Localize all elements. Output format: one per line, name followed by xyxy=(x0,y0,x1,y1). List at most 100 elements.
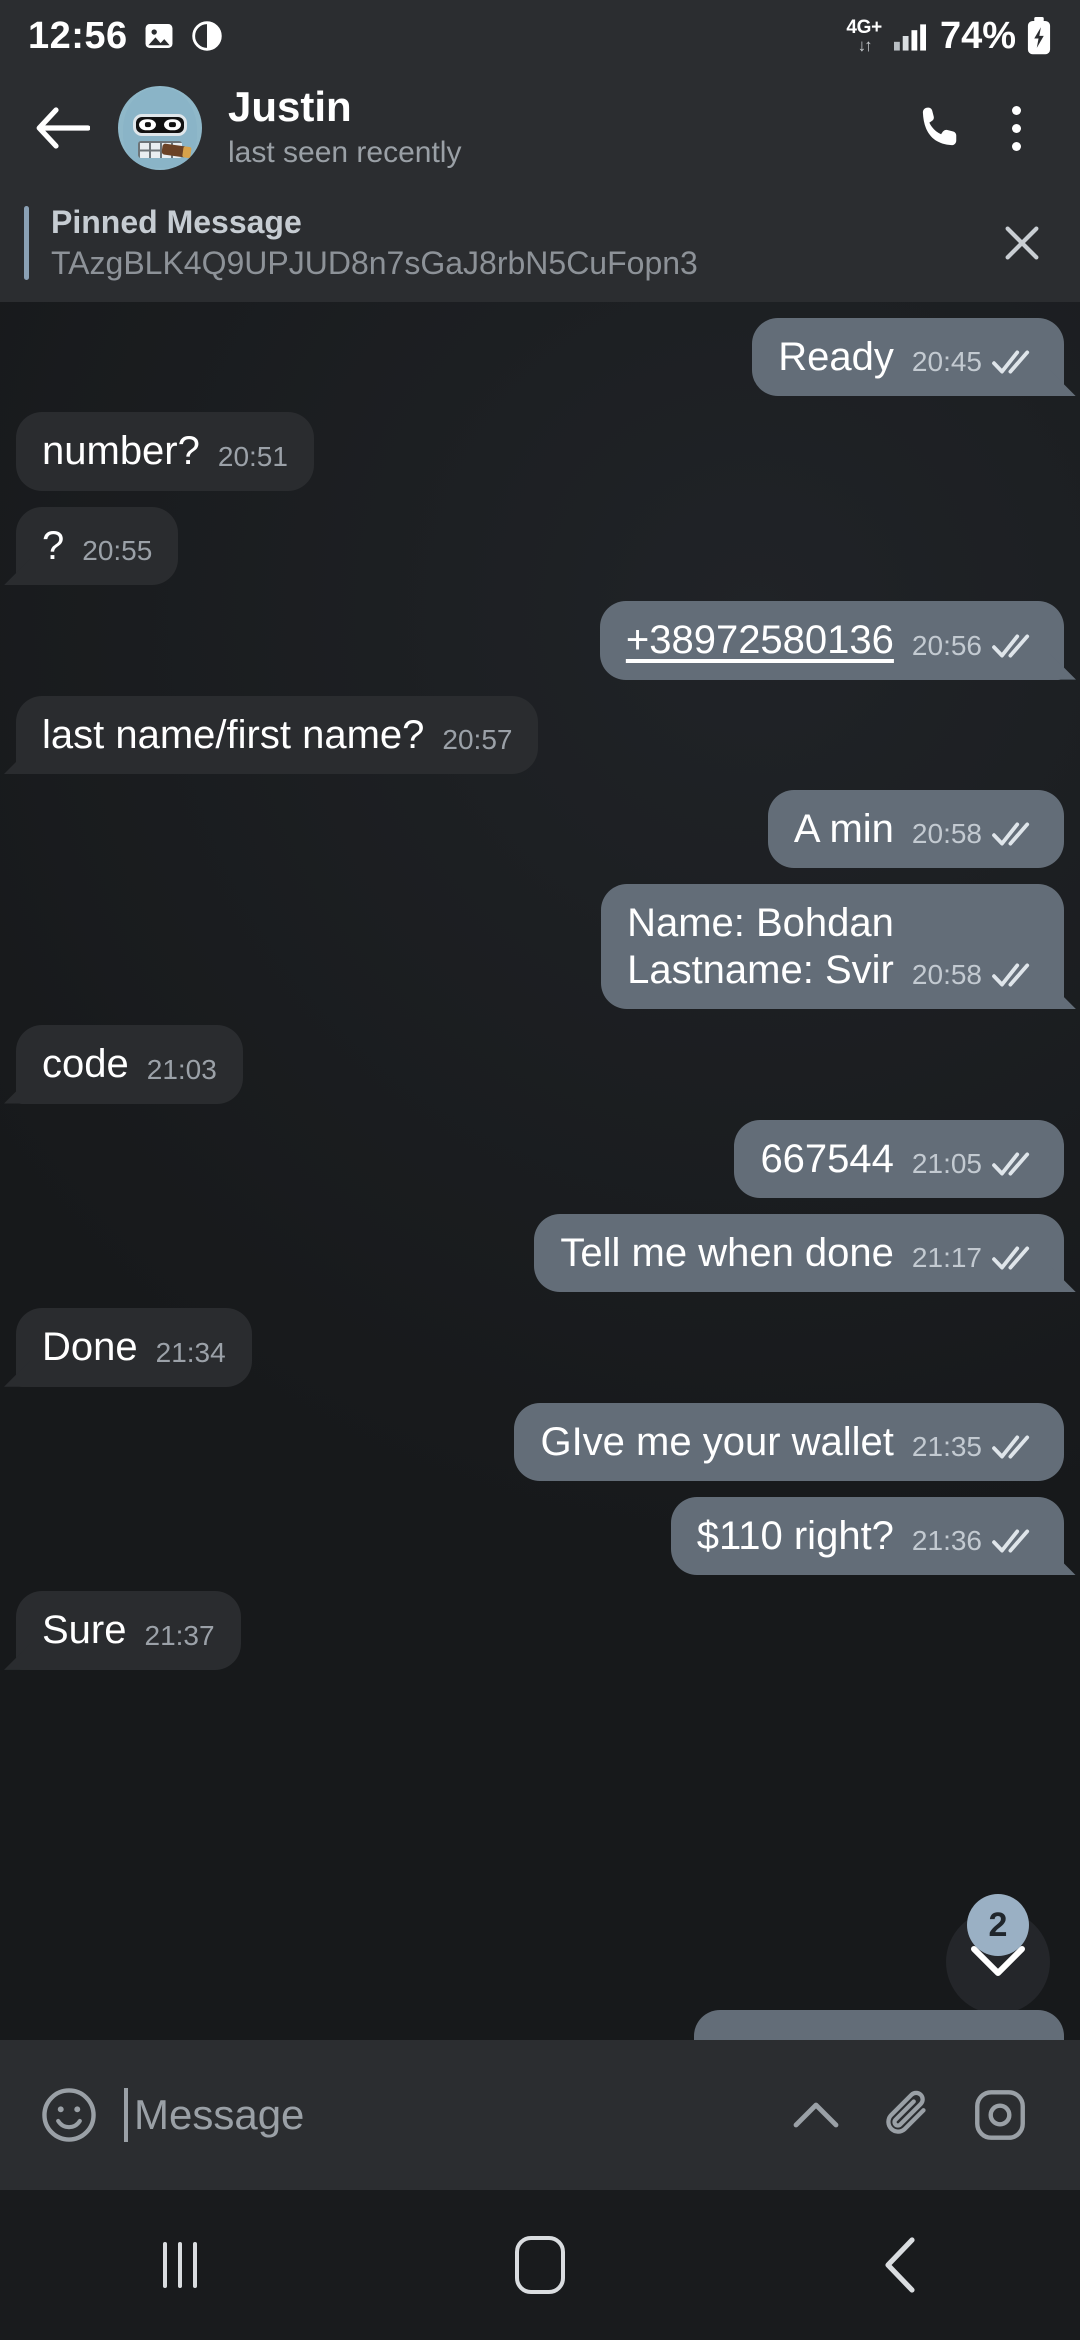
more-options-button[interactable] xyxy=(978,90,1054,166)
message-row[interactable]: Sure 21:37 xyxy=(0,1591,1080,1670)
three-dots-icon xyxy=(1011,105,1021,151)
message-meta: 20:58 xyxy=(912,820,1038,852)
expand-button[interactable] xyxy=(770,2073,862,2157)
message-list[interactable]: Ready 20:45 number? 20:51? 20:55 +38972580136… xyxy=(0,302,1080,2040)
double-check-icon xyxy=(992,1527,1038,1555)
message-text: GIve me your wallet xyxy=(540,1419,894,1464)
message-timestamp: 21:36 xyxy=(911,1525,982,1557)
recents-icon xyxy=(163,2242,197,2288)
message-row[interactable]: +38972580136 20:56 xyxy=(0,601,1080,680)
system-back-button[interactable] xyxy=(820,2215,980,2315)
message-input-bar: Message xyxy=(0,2040,1080,2190)
back-button[interactable] xyxy=(30,96,94,160)
message-text: Name: Bohdan Lastname: Svir xyxy=(627,901,894,992)
outgoing-message-bubble[interactable]: GIve me your wallet 21:35 xyxy=(514,1402,1064,1482)
message-timestamp: 20:51 xyxy=(217,440,288,472)
outgoing-message-bubble[interactable]: Tell me when done 21:17 xyxy=(534,1213,1064,1293)
message-text: last name/first name? xyxy=(42,712,425,757)
outgoing-message-bubble[interactable]: $110 right? 21:36 xyxy=(670,1497,1064,1576)
network-type-label: 4G+ xyxy=(846,17,882,38)
scroll-to-bottom-button[interactable]: 2 xyxy=(946,1894,1050,2014)
message-row[interactable]: $110 right? 21:36 xyxy=(0,1497,1080,1576)
data-transfer-icon: 4G+ ↓↑ xyxy=(846,17,882,55)
message-text: number? xyxy=(42,429,200,474)
avatar[interactable] xyxy=(118,86,202,170)
message-row[interactable]: last name/first name? 20:57 xyxy=(0,695,1080,774)
outgoing-message-bubble[interactable]: A min 20:58 xyxy=(767,789,1064,869)
battery-charging-icon xyxy=(1026,17,1052,55)
message-timestamp: 20:58 xyxy=(911,818,982,850)
message-row[interactable]: A min 20:58 xyxy=(0,789,1080,869)
message-meta: 20:56 xyxy=(912,631,1038,664)
contact-name: Justin xyxy=(228,84,352,131)
message-meta: 21:05 xyxy=(912,1149,1038,1182)
message-row[interactable]: number? 20:51 xyxy=(0,412,1080,491)
message-row[interactable]: Done 21:34 xyxy=(0,1308,1080,1387)
incoming-message-bubble[interactable]: last name/first name? 20:57 xyxy=(16,695,539,774)
message-meta: 21:35 xyxy=(912,1433,1038,1465)
close-pinned-button[interactable] xyxy=(990,211,1054,275)
incoming-message-bubble[interactable]: number? 20:51 xyxy=(16,412,314,491)
double-check-icon xyxy=(992,1244,1038,1272)
outgoing-message-bubble[interactable]: Ready 20:45 xyxy=(752,318,1064,397)
incoming-message-bubble[interactable]: Sure 21:37 xyxy=(16,1591,241,1670)
message-row[interactable]: Tell me when done 21:17 xyxy=(0,1213,1080,1293)
outgoing-message-bubble[interactable]: +38972580136 20:56 xyxy=(599,601,1064,680)
incoming-message-bubble[interactable]: Done 21:34 xyxy=(16,1308,252,1387)
battery-percent-label: 74% xyxy=(939,14,1016,57)
emoji-button[interactable] xyxy=(32,2078,106,2152)
call-button[interactable] xyxy=(902,90,978,166)
message-input-field[interactable]: Message xyxy=(124,2088,770,2142)
camera-button[interactable] xyxy=(954,2073,1046,2157)
contact-info[interactable]: Justin last seen recently xyxy=(228,84,902,172)
message-text: ? xyxy=(42,523,65,568)
partial-message-bubble xyxy=(694,2010,1064,2040)
message-meta: 21:03 xyxy=(147,1055,217,1088)
double-check-icon xyxy=(992,1433,1038,1461)
message-row[interactable]: 667544 21:05 xyxy=(0,1119,1080,1198)
attach-button[interactable] xyxy=(862,2073,954,2157)
message-row[interactable]: code 21:03 xyxy=(0,1025,1080,1104)
system-navigation-bar xyxy=(0,2190,1080,2340)
pinned-accent-bar xyxy=(24,206,29,280)
message-link-text[interactable]: +38972580136 xyxy=(626,617,894,663)
recents-button[interactable] xyxy=(100,2215,260,2315)
contact-status: last seen recently xyxy=(228,136,462,170)
status-bar-right: 4G+ ↓↑ 74% xyxy=(846,15,1052,58)
status-bar: 12:56 4G+ ↓↑ 74% xyxy=(0,0,1080,72)
message-timestamp: 21:37 xyxy=(144,1619,215,1651)
message-text: Sure xyxy=(42,1608,127,1653)
status-bar-left: 12:56 xyxy=(28,15,224,58)
home-button[interactable] xyxy=(460,2215,620,2315)
message-meta: 21:17 xyxy=(912,1244,1038,1276)
double-check-icon xyxy=(992,632,1038,660)
message-text: Tell me when done xyxy=(560,1230,894,1275)
message-row[interactable]: ? 20:55 xyxy=(0,506,1080,586)
text-cursor xyxy=(124,2088,128,2142)
double-check-icon xyxy=(992,348,1038,376)
message-row[interactable]: GIve me your wallet 21:35 xyxy=(0,1402,1080,1482)
pinned-content: TAzgBLK4Q9UPJUD8n7sGaJ8rbN5CuFopn3 xyxy=(51,244,698,281)
unread-badge: 2 xyxy=(967,1894,1029,1956)
image-icon xyxy=(142,19,176,53)
message-text: Done xyxy=(42,1325,138,1370)
outgoing-message-bubble[interactable]: 667544 21:05 xyxy=(734,1119,1064,1198)
double-check-icon xyxy=(992,820,1038,848)
message-text: 667544 xyxy=(760,1136,894,1181)
signal-bars-icon xyxy=(892,20,928,52)
pinned-message-bar[interactable]: Pinned Message TAzgBLK4Q9UPJUD8n7sGaJ8rb… xyxy=(0,184,1080,302)
pinned-text-group: Pinned Message TAzgBLK4Q9UPJUD8n7sGaJ8rb… xyxy=(51,204,990,282)
message-row[interactable]: Ready 20:45 xyxy=(0,318,1080,397)
home-icon xyxy=(515,2236,565,2294)
incoming-message-bubble[interactable]: ? 20:55 xyxy=(16,506,179,586)
chevron-left-icon xyxy=(885,2237,915,2293)
message-meta: 20:58 xyxy=(912,961,1038,993)
chevron-up-icon xyxy=(793,2102,839,2128)
message-meta: 20:57 xyxy=(442,725,512,758)
incoming-message-bubble[interactable]: code 21:03 xyxy=(16,1025,243,1104)
double-check-icon xyxy=(992,961,1038,989)
outgoing-message-bubble[interactable]: Name: Bohdan Lastname: Svir 20:58 xyxy=(601,884,1064,1010)
chat-header: Justin last seen recently xyxy=(0,72,1080,184)
message-row[interactable]: Name: Bohdan Lastname: Svir 20:58 xyxy=(0,884,1080,1010)
message-timestamp: 20:55 xyxy=(82,535,153,567)
